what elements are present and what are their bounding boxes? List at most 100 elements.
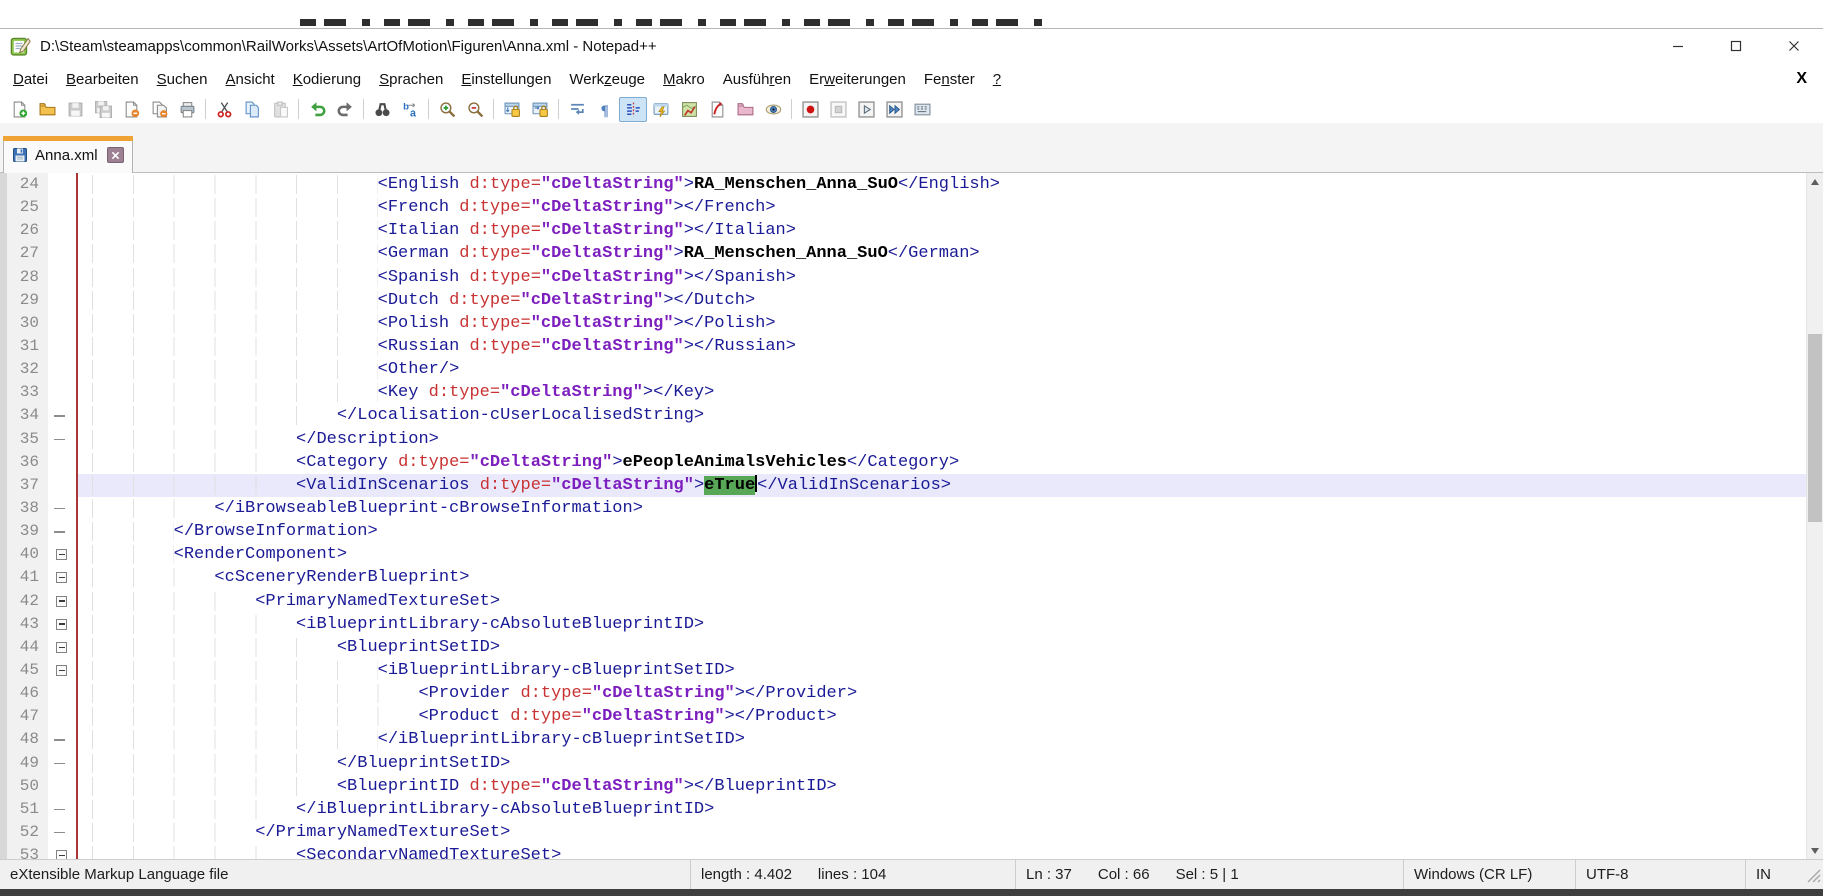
print-icon[interactable] — [173, 97, 201, 122]
menu-item-help[interactable]: ? — [984, 66, 1010, 93]
fold-collapse-icon[interactable] — [48, 613, 78, 636]
code-editor[interactable]: 24 <English d:type="cDeltaString">RA_Men… — [0, 173, 1823, 859]
find-icon[interactable] — [368, 97, 396, 122]
line-number: 37 — [0, 474, 48, 497]
fold-end-mark — [48, 728, 78, 751]
save-macro-icon[interactable] — [908, 97, 936, 122]
close-all-files-icon[interactable] — [145, 97, 173, 122]
line-number: 25 — [0, 196, 48, 219]
new-file-icon[interactable] — [5, 97, 33, 122]
zoom-out-icon[interactable] — [461, 97, 489, 122]
zoom-in-icon[interactable] — [433, 97, 461, 122]
line-number: 36 — [0, 451, 48, 474]
toolbar-separator — [298, 99, 299, 119]
maximize-button[interactable] — [1707, 29, 1765, 63]
monitoring-icon[interactable] — [759, 97, 787, 122]
menu-item-erweiterungen[interactable]: Erweiterungen — [800, 66, 915, 93]
menu-item-einstellungen[interactable]: Einstellungen — [452, 66, 560, 93]
fold-margin — [48, 705, 78, 728]
sync-vertical-scrolling-icon[interactable] — [498, 97, 526, 122]
open-file-icon[interactable] — [33, 97, 61, 122]
menu-item-suchen[interactable]: Suchen — [148, 66, 217, 93]
menu-item-bearbeiten[interactable]: Bearbeiten — [57, 66, 148, 93]
toolbar-separator — [558, 99, 559, 119]
line-number: 52 — [0, 821, 48, 844]
code-text: </iBlueprintLibrary-cBlueprintSetID> — [78, 728, 1806, 751]
cut-icon[interactable] — [210, 97, 238, 122]
fold-collapse-icon[interactable] — [48, 659, 78, 682]
line-number: 38 — [0, 497, 48, 520]
code-line-29: 29 <Dutch d:type="cDeltaString"></Dutch> — [0, 289, 1806, 312]
copy-icon[interactable] — [238, 97, 266, 122]
menu-item-ausfhren[interactable]: Ausführen — [714, 66, 800, 93]
fold-collapse-icon[interactable] — [48, 636, 78, 659]
toolbar-separator — [428, 99, 429, 119]
code-text: <iBlueprintLibrary-cBlueprintSetID> — [78, 659, 1806, 682]
code-text: <English d:type="cDeltaString">RA_Mensch… — [78, 173, 1806, 196]
resize-grip-icon[interactable] — [1807, 869, 1821, 887]
code-line-30: 30 <Polish d:type="cDeltaString"></Polis… — [0, 312, 1806, 335]
show-all-characters-icon[interactable]: ¶ — [591, 97, 619, 122]
function-list-icon[interactable] — [703, 97, 731, 122]
menu-item-kodierung[interactable]: Kodierung — [284, 66, 370, 93]
code-line-50: 50 <BlueprintID d:type="cDeltaString"></… — [0, 775, 1806, 798]
document-map-icon[interactable] — [675, 97, 703, 122]
minimize-button[interactable] — [1649, 29, 1707, 63]
run-macro-multiple-icon[interactable] — [880, 97, 908, 122]
active-tab-accent — [3, 136, 133, 141]
status-encoding[interactable]: UTF-8 — [1575, 860, 1745, 889]
fold-end-mark — [48, 404, 78, 427]
fold-margin — [48, 289, 78, 312]
stop-macro-icon — [824, 97, 852, 122]
status-eol-format[interactable]: Windows (CR LF) — [1403, 860, 1575, 889]
code-text: <RenderComponent> — [78, 543, 1806, 566]
status-length-lines: length : 4.402 lines : 104 — [690, 860, 1015, 889]
svg-text:b: b — [403, 101, 409, 112]
scroll-up-arrow-icon[interactable] — [1807, 173, 1823, 190]
close-document-x-icon[interactable]: X — [1780, 70, 1823, 88]
code-text: <Other/> — [78, 358, 1806, 381]
user-defined-language-icon[interactable] — [647, 97, 675, 122]
title-bar[interactable]: D:\Steam\steamapps\common\RailWorks\Asse… — [0, 29, 1823, 63]
redo-icon[interactable] — [331, 97, 359, 122]
status-column-number: Col : 66 — [1098, 866, 1150, 883]
line-number: 24 — [0, 173, 48, 196]
menu-item-fenster[interactable]: Fenster — [915, 66, 984, 93]
close-button[interactable] — [1765, 29, 1823, 63]
code-line-44: 44 <BlueprintSetID> — [0, 636, 1806, 659]
fold-collapse-icon[interactable] — [48, 590, 78, 613]
line-number: 35 — [0, 428, 48, 451]
undo-icon[interactable] — [303, 97, 331, 122]
menu-item-sprachen[interactable]: Sprachen — [370, 66, 452, 93]
word-wrap-icon[interactable] — [563, 97, 591, 122]
tab-close-icon[interactable] — [107, 147, 124, 163]
code-text: <Russian d:type="cDeltaString"></Russian… — [78, 335, 1806, 358]
replace-icon[interactable]: ba — [396, 97, 424, 122]
fold-end-mark — [48, 821, 78, 844]
status-insert-mode[interactable]: IN — [1745, 860, 1805, 889]
show-indent-guide-icon[interactable] — [619, 97, 647, 122]
tab-anna-xml[interactable]: Anna.xml — [3, 136, 133, 173]
menu-item-werkzeuge[interactable]: Werkzeuge — [560, 66, 654, 93]
scroll-down-arrow-icon[interactable] — [1807, 842, 1823, 859]
playback-macro-icon[interactable] — [852, 97, 880, 122]
close-file-icon[interactable] — [117, 97, 145, 122]
line-number: 51 — [0, 798, 48, 821]
menu-item-datei[interactable]: Datei — [4, 66, 57, 93]
scrollbar-thumb[interactable] — [1808, 334, 1822, 522]
code-line-47: 47 <Product d:type="cDeltaString"></Prod… — [0, 705, 1806, 728]
fold-collapse-icon[interactable] — [48, 844, 78, 859]
menu-item-ansicht[interactable]: Ansicht — [217, 66, 284, 93]
menu-item-makro[interactable]: Makro — [654, 66, 714, 93]
fold-collapse-icon[interactable] — [48, 566, 78, 589]
sync-horizontal-scrolling-icon[interactable] — [526, 97, 554, 122]
fold-collapse-icon[interactable] — [48, 543, 78, 566]
vertical-scrollbar[interactable] — [1806, 173, 1823, 859]
folder-as-workspace-icon[interactable] — [731, 97, 759, 122]
record-macro-icon[interactable] — [796, 97, 824, 122]
line-number: 27 — [0, 242, 48, 265]
window-title: D:\Steam\steamapps\common\RailWorks\Asse… — [40, 38, 657, 55]
fold-margin — [48, 381, 78, 404]
svg-text:¶: ¶ — [600, 102, 608, 117]
line-number: 32 — [0, 358, 48, 381]
